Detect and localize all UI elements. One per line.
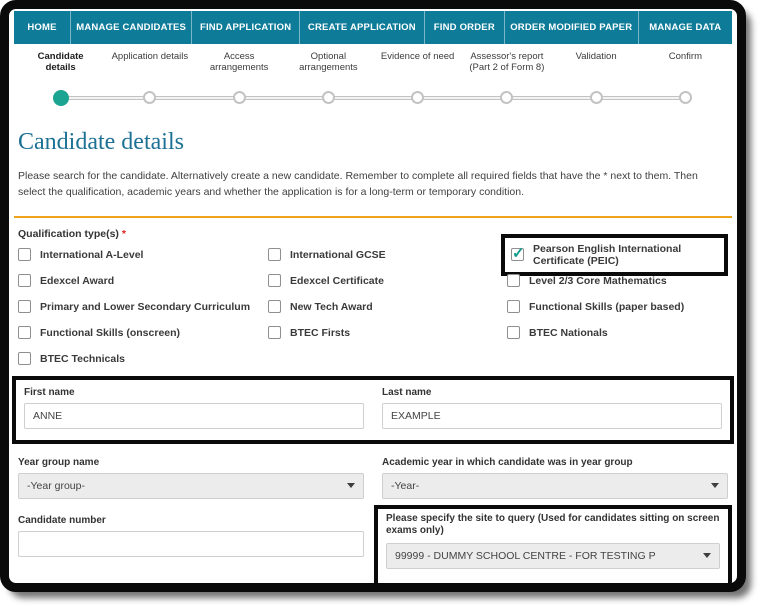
- last-name-input[interactable]: [382, 403, 722, 429]
- step-confirm[interactable]: Confirm: [641, 51, 730, 74]
- step-dot-active[interactable]: [53, 90, 69, 106]
- chevron-down-icon: [711, 483, 719, 488]
- step-dot[interactable]: [233, 91, 246, 104]
- step-dot[interactable]: [500, 91, 513, 104]
- checkbox-functional-skills-onscreen[interactable]: Functional Skills (onscreen): [18, 326, 268, 339]
- checkbox-label: BTEC Technicals: [40, 353, 125, 365]
- nav-find-order[interactable]: FIND ORDER: [425, 11, 505, 44]
- checkbox-label: Edexcel Certificate: [290, 275, 384, 287]
- year-group-value: -Year group-: [27, 480, 85, 492]
- chevron-down-icon: [703, 553, 711, 558]
- chevron-down-icon: [347, 483, 355, 488]
- first-name-label: First name: [24, 387, 364, 398]
- first-name-input[interactable]: [24, 403, 364, 429]
- checkbox-icon[interactable]: [18, 300, 31, 313]
- checkbox-icon[interactable]: [507, 326, 520, 339]
- year-group-select[interactable]: -Year group-: [18, 473, 364, 499]
- section-divider: [14, 216, 732, 218]
- last-name-label: Last name: [382, 387, 722, 398]
- required-asterisk: *: [122, 228, 126, 240]
- step-dot[interactable]: [411, 91, 424, 104]
- nav-find-application[interactable]: FIND APPLICATION: [192, 11, 300, 44]
- nav-create-application[interactable]: CREATE APPLICATION: [300, 11, 425, 44]
- checkbox-btec-technicals[interactable]: BTEC Technicals: [18, 352, 268, 365]
- checkbox-btec-nationals[interactable]: BTEC Nationals: [507, 326, 728, 339]
- nav-home[interactable]: HOME: [14, 11, 71, 44]
- step-dot[interactable]: [679, 91, 692, 104]
- checkbox-icon[interactable]: [268, 274, 281, 287]
- year-group-group: Year group name -Year group-: [18, 450, 364, 499]
- step-access-arrangements[interactable]: Access arrangements: [195, 51, 284, 74]
- nav-manage-data[interactable]: MANAGE DATA: [639, 11, 732, 44]
- checkbox-icon[interactable]: [268, 248, 281, 261]
- step-validation[interactable]: Validation: [552, 51, 641, 74]
- checkbox-peic[interactable]: Pearson English International Certificat…: [511, 243, 718, 267]
- checkbox-icon[interactable]: [18, 248, 31, 261]
- academic-year-select[interactable]: -Year-: [382, 473, 728, 499]
- checkbox-icon[interactable]: [18, 352, 31, 365]
- checkbox-core-mathematics[interactable]: Level 2/3 Core Mathematics: [507, 274, 728, 287]
- step-dot[interactable]: [143, 91, 156, 104]
- step-dot[interactable]: [322, 91, 335, 104]
- checkbox-icon[interactable]: [507, 300, 520, 313]
- checkbox-icon[interactable]: [268, 300, 281, 313]
- wizard-stepper: Candidate details Application details Ac…: [16, 51, 730, 115]
- candidate-number-label: Candidate number: [18, 515, 364, 526]
- checkbox-icon[interactable]: [18, 274, 31, 287]
- step-assessors-report[interactable]: Assessor's report (Part 2 of Form 8): [462, 51, 551, 74]
- checkbox-international-a-level[interactable]: International A-Level: [18, 248, 268, 261]
- academic-year-label: Academic year in which candidate was in …: [382, 457, 728, 468]
- site-query-select[interactable]: 99999 - DUMMY SCHOOL CENTRE - FOR TESTIN…: [386, 543, 720, 569]
- checkbox-label: Primary and Lower Secondary Curriculum: [40, 301, 250, 313]
- step-candidate-details[interactable]: Candidate details: [16, 51, 105, 74]
- checkbox-label: Functional Skills (paper based): [529, 301, 684, 313]
- checkbox-label: Level 2/3 Core Mathematics: [529, 275, 667, 287]
- qualification-label-text: Qualification type(s): [18, 228, 119, 240]
- checkbox-new-tech-award[interactable]: New Tech Award: [268, 300, 507, 313]
- site-query-value: 99999 - DUMMY SCHOOL CENTRE - FOR TESTIN…: [395, 550, 656, 562]
- last-name-group: Last name: [382, 380, 722, 429]
- checkbox-primary-lower-secondary[interactable]: Primary and Lower Secondary Curriculum: [18, 300, 268, 313]
- checkbox-icon[interactable]: [268, 326, 281, 339]
- step-optional-arrangements[interactable]: Optional arrangements: [284, 51, 373, 74]
- highlight-box-site-query: Please specify the site to query (Used f…: [374, 505, 732, 587]
- checkbox-icon[interactable]: [18, 326, 31, 339]
- checkbox-label: BTEC Nationals: [529, 327, 608, 339]
- step-dot[interactable]: [590, 91, 603, 104]
- highlight-box-names: First name Last name: [12, 376, 734, 444]
- candidate-number-input[interactable]: [18, 531, 364, 557]
- site-query-label: Please specify the site to query (Used f…: [386, 513, 720, 538]
- checkbox-label: International A-Level: [40, 249, 143, 261]
- checkbox-international-gcse[interactable]: International GCSE: [268, 248, 507, 261]
- top-nav: HOME MANAGE CANDIDATES FIND APPLICATION …: [14, 11, 732, 44]
- checkbox-label: Functional Skills (onscreen): [40, 327, 180, 339]
- page-title: Candidate details: [18, 129, 728, 156]
- checkbox-label: International GCSE: [290, 249, 386, 261]
- checkbox-edexcel-certificate[interactable]: Edexcel Certificate: [268, 274, 507, 287]
- checkbox-label: Pearson English International Certificat…: [533, 243, 718, 267]
- checkbox-btec-firsts[interactable]: BTEC Firsts: [268, 326, 507, 339]
- intro-text: Please search for the candidate. Alterna…: [18, 168, 728, 201]
- checkbox-functional-skills-paper[interactable]: Functional Skills (paper based): [507, 300, 728, 313]
- candidate-number-group: Candidate number: [18, 499, 364, 587]
- step-evidence-of-need[interactable]: Evidence of need: [373, 51, 462, 74]
- checkbox-label: New Tech Award: [290, 301, 373, 313]
- nav-order-modified-paper[interactable]: ORDER MODIFIED PAPER: [505, 11, 639, 44]
- checkbox-label: Edexcel Award: [40, 275, 114, 287]
- academic-year-value: -Year-: [391, 480, 419, 492]
- candidate-search-form: First name Last name Year group name -Ye…: [18, 376, 728, 587]
- step-application-details[interactable]: Application details: [105, 51, 194, 74]
- checkbox-label: BTEC Firsts: [290, 327, 350, 339]
- qualification-section: Qualification type(s) * International A-…: [18, 228, 728, 372]
- checkbox-icon[interactable]: [507, 274, 520, 287]
- academic-year-group: Academic year in which candidate was in …: [382, 450, 728, 499]
- app-window: HOME MANAGE CANDIDATES FIND APPLICATION …: [0, 0, 746, 592]
- first-name-group: First name: [24, 380, 364, 429]
- checkbox-checked-icon[interactable]: [511, 248, 524, 261]
- year-group-label: Year group name: [18, 457, 364, 468]
- highlight-box-peic: Pearson English International Certificat…: [501, 234, 728, 276]
- nav-manage-candidates[interactable]: MANAGE CANDIDATES: [71, 11, 192, 44]
- checkbox-edexcel-award[interactable]: Edexcel Award: [18, 274, 268, 287]
